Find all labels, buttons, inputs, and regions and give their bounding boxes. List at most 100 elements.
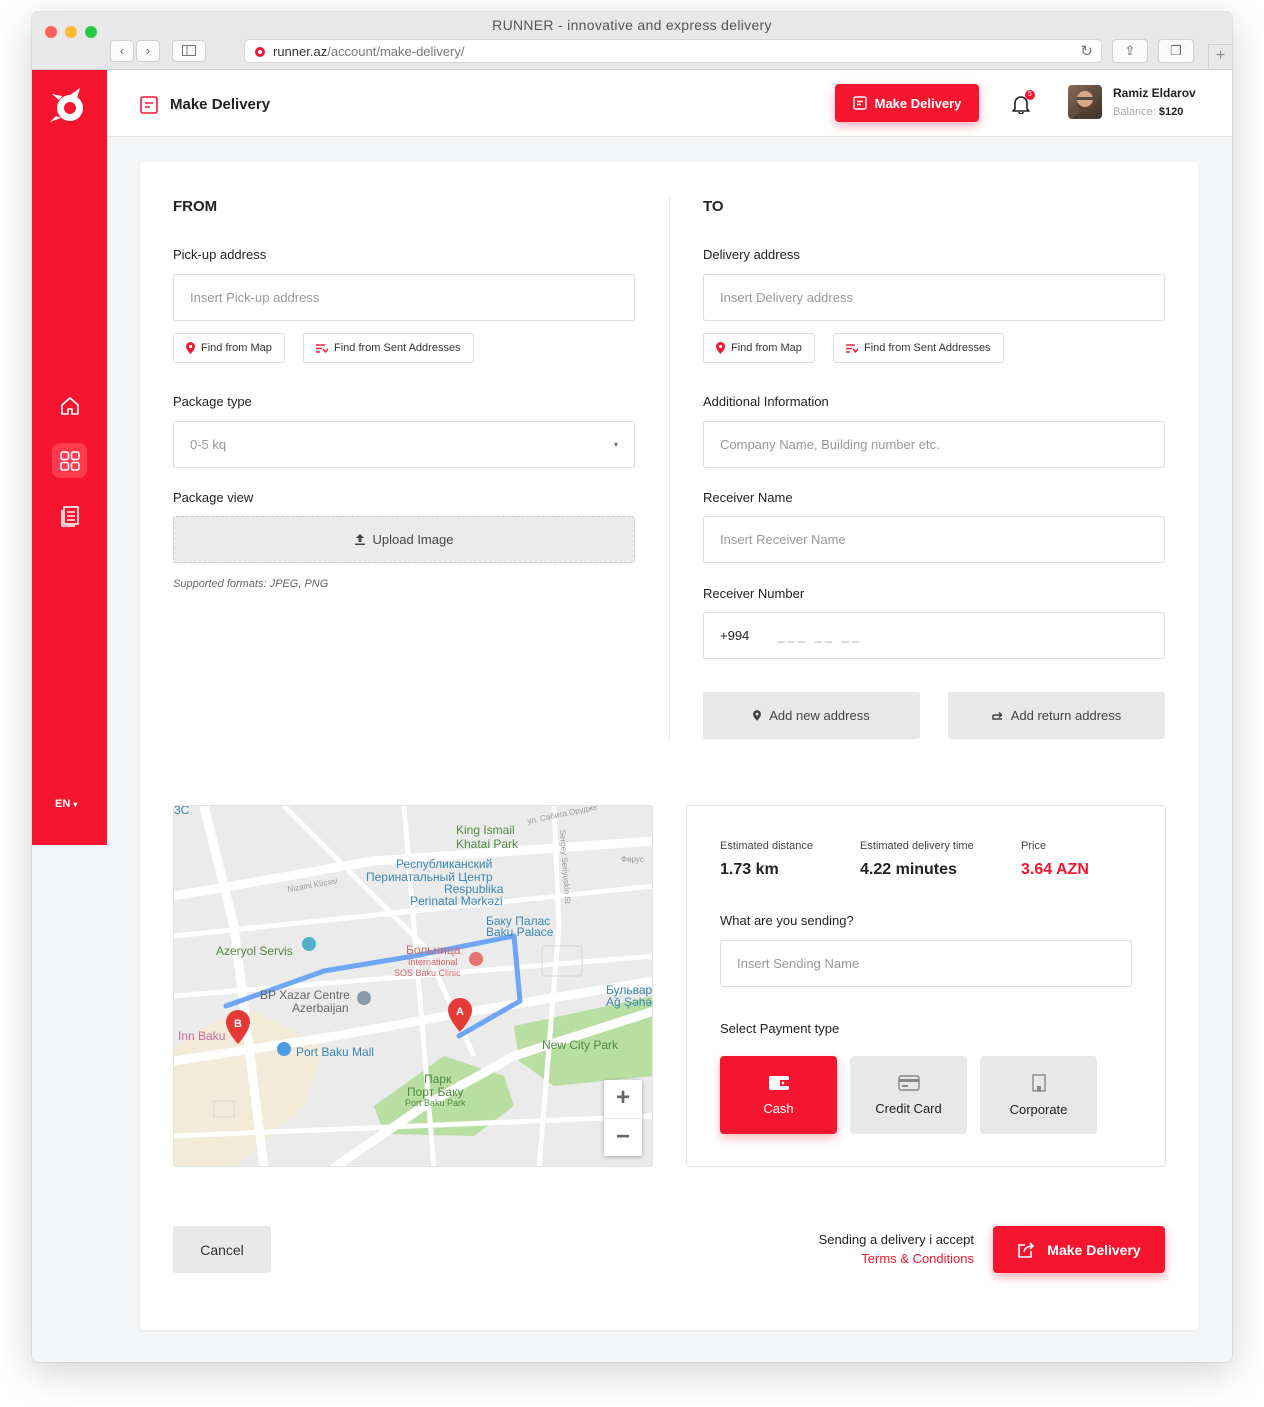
to-find-map-button[interactable]: Find from Map xyxy=(703,333,815,363)
zoom-out-button[interactable]: − xyxy=(604,1118,642,1156)
map-label-inn-baku: Inn Baku xyxy=(178,1029,225,1043)
distance-label: Estimated distance xyxy=(720,840,813,852)
map-poi-place-icon xyxy=(357,991,371,1005)
price-value: 3.64 AZN xyxy=(1021,861,1089,878)
delivery-address-input[interactable]: Insert Delivery address xyxy=(703,274,1165,321)
make-delivery-submit-button[interactable]: Make Delivery xyxy=(993,1226,1165,1273)
sending-name-input[interactable]: Insert Sending Name xyxy=(720,940,1132,987)
map-pin-icon xyxy=(716,342,725,354)
map-label-port-baku-ru: Порт Баку xyxy=(407,1085,463,1099)
map-label-port-baku-park: Port Baku Park xyxy=(405,1098,466,1108)
header-make-delivery-button[interactable]: Make Delivery xyxy=(835,84,979,122)
runner-favicon-icon xyxy=(255,47,265,57)
terms-link[interactable]: Terms & Conditions xyxy=(819,1249,974,1268)
back-button[interactable]: ‹ xyxy=(110,40,134,62)
map-pin-icon xyxy=(186,342,195,354)
document-list-icon xyxy=(60,505,79,527)
caret-down-icon: ▾ xyxy=(613,440,618,449)
credit-card-icon xyxy=(897,1074,920,1091)
terms-acceptance: Sending a delivery i accept Terms & Cond… xyxy=(819,1230,974,1268)
cancel-button[interactable]: Cancel xyxy=(173,1226,271,1273)
map-label-port-baku-mall: Port Baku Mall xyxy=(296,1045,374,1059)
map-poi-shopping-icon xyxy=(277,1042,291,1056)
form-icon xyxy=(140,96,158,114)
map-pin-icon xyxy=(753,710,762,721)
route-map[interactable]: King Ismail Khatai Park Республиканский … xyxy=(173,805,653,1167)
map-label-hospital-ru: Больница xyxy=(406,943,461,957)
chevron-right-icon: › xyxy=(145,43,151,58)
additional-info-input[interactable]: Company Name, Building number etc. xyxy=(703,421,1165,468)
receiver-name-label: Receiver Name xyxy=(703,490,793,505)
sidebar-item-history[interactable] xyxy=(52,498,87,533)
building-icon xyxy=(1031,1073,1046,1092)
pickup-address-label: Pick-up address xyxy=(173,247,267,262)
map-poi-hospital-icon xyxy=(469,952,483,966)
avatar[interactable] xyxy=(1068,85,1102,119)
map-label-ferus: Фөрус xyxy=(621,855,644,864)
svg-text:A: A xyxy=(456,1006,464,1018)
map-label-ag-sehar: Ağ Şəhər xyxy=(606,995,653,1009)
map-label-new-city-park: New City Park xyxy=(542,1038,619,1052)
sidebar-toggle-button[interactable] xyxy=(172,40,206,62)
map-label-king-ismail: King Ismail xyxy=(456,823,515,837)
runner-logo xyxy=(50,88,83,122)
sidebar-icon xyxy=(182,45,196,56)
upload-image-button[interactable]: Upload Image xyxy=(173,516,635,563)
package-view-label: Package view xyxy=(173,490,254,505)
package-type-label: Package type xyxy=(173,394,252,409)
additional-info-label: Additional Information xyxy=(703,394,829,409)
page-header: Make Delivery Make Delivery 5 Ramiz Elda… xyxy=(107,70,1232,137)
upload-icon xyxy=(354,534,365,545)
map-label-baku-palace: Baku Palace xyxy=(486,925,554,939)
share-button[interactable]: ⇪ xyxy=(1112,39,1148,63)
package-type-select[interactable]: 0-5 kq ▾ xyxy=(173,421,635,468)
chevron-left-icon: ‹ xyxy=(119,43,125,58)
from-find-map-button[interactable]: Find from Map xyxy=(173,333,285,363)
map-label-hospital-int: International xyxy=(408,957,458,967)
payment-cash-option[interactable]: Cash xyxy=(720,1056,837,1134)
page-title: Make Delivery xyxy=(170,96,271,113)
map-label-bp-xazar: BP Xazar Centre xyxy=(260,988,350,1002)
time-value: 4.22 minutes xyxy=(860,861,957,878)
language-selector[interactable]: EN ▾ xyxy=(55,798,77,810)
title-bar: RUNNER - innovative and express delivery… xyxy=(32,12,1232,70)
from-find-sent-button[interactable]: Find from Sent Addresses xyxy=(303,333,474,363)
return-arrow-icon xyxy=(991,711,1003,720)
supported-formats-hint: Supported formats: JPEG, PNG xyxy=(173,578,329,590)
map-zoom-controls: + − xyxy=(604,1080,642,1156)
new-tab-button[interactable]: + xyxy=(1208,44,1232,68)
pickup-address-input[interactable]: Insert Pick-up address xyxy=(173,274,635,321)
tabs-overview-button[interactable]: ❐ xyxy=(1158,39,1194,63)
window-title: RUNNER - innovative and express delivery xyxy=(492,17,772,33)
price-label: Price xyxy=(1021,840,1047,852)
sidebar-item-home[interactable] xyxy=(52,388,87,423)
phone-prefix: +994 xyxy=(720,628,750,643)
sending-label: What are you sending? xyxy=(720,913,854,928)
delivery-address-label: Delivery address xyxy=(703,247,800,262)
from-heading: FROM xyxy=(173,198,218,215)
zoom-in-button[interactable]: + xyxy=(604,1080,642,1118)
svg-text:B: B xyxy=(234,1018,242,1030)
sidebar-item-dashboard[interactable] xyxy=(52,443,87,478)
payment-credit-card-option[interactable]: Credit Card xyxy=(850,1056,967,1134)
grid-icon xyxy=(59,450,80,471)
reload-icon[interactable]: ↻ xyxy=(1080,42,1093,60)
to-heading: TO xyxy=(703,198,724,215)
accept-text: Sending a delivery i accept xyxy=(818,1232,974,1247)
form-icon xyxy=(852,96,867,110)
url-text: runner.az/account/make-delivery/ xyxy=(273,44,465,59)
receiver-name-input[interactable]: Insert Receiver Name xyxy=(703,516,1165,563)
wallet-icon xyxy=(768,1075,789,1090)
delivery-form-card: FROM Pick-up address Insert Pick-up addr… xyxy=(140,162,1198,1330)
address-bar[interactable]: runner.az/account/make-delivery/ ↻ xyxy=(244,39,1102,63)
forward-button[interactable]: › xyxy=(136,40,160,62)
payment-corporate-option[interactable]: Corporate xyxy=(980,1056,1097,1134)
estimate-panel: Estimated distance 1.73 km Estimated del… xyxy=(686,805,1166,1167)
list-arrow-icon xyxy=(316,343,328,353)
receiver-number-input[interactable]: +994 ___ __ __ xyxy=(703,612,1165,659)
payment-type-label: Select Payment type xyxy=(720,1021,840,1036)
to-find-sent-button[interactable]: Find from Sent Addresses xyxy=(833,333,1004,363)
add-return-address-button[interactable]: Add return address xyxy=(948,692,1165,739)
add-new-address-button[interactable]: Add new address xyxy=(703,692,920,739)
send-box-icon xyxy=(1018,1241,1035,1258)
